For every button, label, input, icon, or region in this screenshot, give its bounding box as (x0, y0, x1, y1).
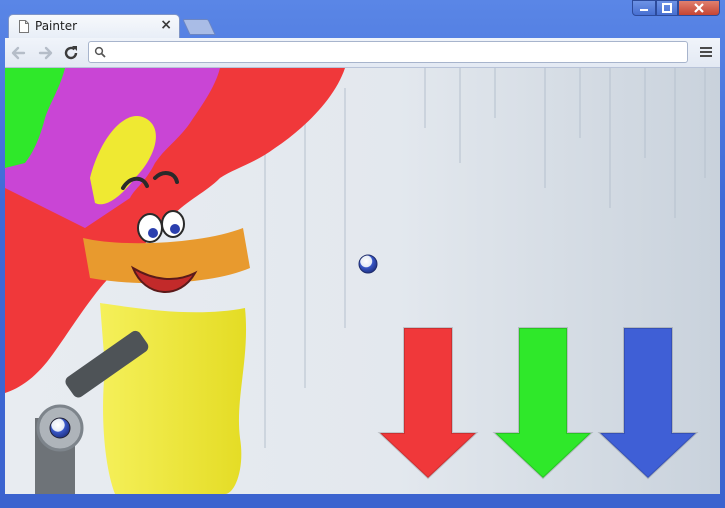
close-icon (694, 3, 704, 13)
tab-title: Painter (35, 19, 78, 33)
window-bottom-border (5, 494, 720, 504)
color-arrows (377, 327, 699, 480)
address-input[interactable] (109, 44, 683, 62)
maximize-button[interactable] (656, 0, 678, 16)
close-tab-icon[interactable]: × (160, 17, 172, 33)
minimize-button[interactable] (632, 0, 656, 16)
page-icon (19, 20, 29, 33)
hamburger-menu-icon[interactable] (698, 44, 714, 60)
pupil-right (170, 224, 180, 234)
maximize-icon (662, 3, 672, 13)
brush-body (100, 303, 247, 494)
address-bar[interactable] (88, 41, 688, 63)
reload-icon[interactable] (61, 43, 81, 63)
browser-toolbar (5, 38, 720, 68)
window-controls (632, 0, 720, 16)
tab-painter[interactable]: Painter × (8, 14, 180, 38)
loaded-ball (49, 417, 71, 439)
new-tab-button[interactable] (182, 19, 216, 35)
game-canvas[interactable] (5, 68, 720, 494)
forward-arrow-icon[interactable] (35, 43, 55, 63)
back-arrow-icon[interactable] (9, 43, 29, 63)
minimize-icon (640, 9, 648, 11)
eye-left (137, 213, 163, 243)
search-icon (94, 46, 106, 58)
browser-window: Painter × (0, 0, 725, 508)
close-window-button[interactable] (678, 0, 720, 16)
title-bar: Painter × (0, 0, 725, 38)
projectile-ball (358, 254, 378, 274)
pupil-left (148, 228, 158, 238)
game-scene (5, 68, 720, 494)
